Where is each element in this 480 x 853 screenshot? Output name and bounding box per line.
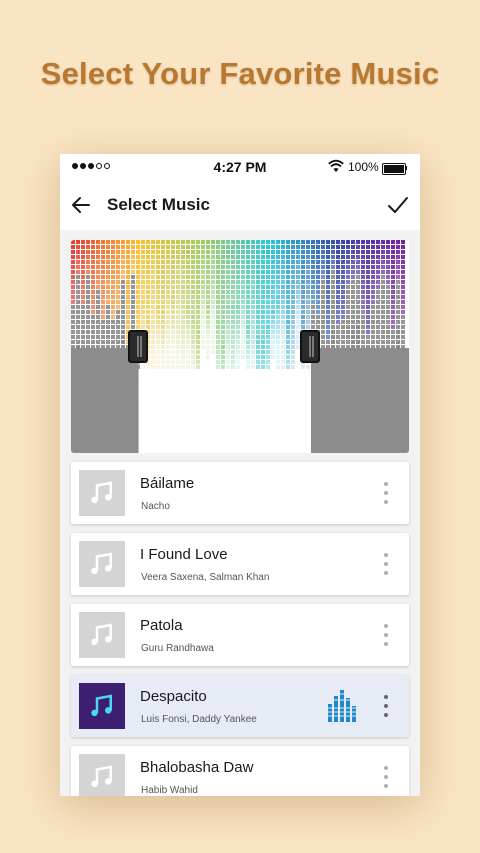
battery-percent: 100%	[348, 160, 379, 174]
trim-end-handle[interactable]	[300, 330, 320, 363]
content-area: Báilame Nacho I Found Love Veera Saxena,…	[60, 230, 420, 796]
trim-start-handle[interactable]	[128, 330, 148, 363]
unselected-region	[310, 348, 409, 453]
song-item[interactable]: I Found Love Veera Saxena, Salman Khan	[71, 533, 409, 595]
song-artist: Guru Randhawa	[141, 643, 214, 654]
more-options-icon[interactable]	[380, 553, 392, 575]
phone-frame: 4:27 PM 100% Select Music Báilame Nacho …	[60, 154, 420, 796]
music-note-icon	[79, 470, 125, 516]
battery-icon	[382, 163, 406, 175]
more-options-icon[interactable]	[380, 482, 392, 504]
page-title: Select Music	[107, 195, 210, 214]
song-title: Patola	[140, 617, 183, 634]
selected-region	[138, 370, 311, 453]
waveform-graphic	[71, 240, 409, 453]
song-title: Báilame	[140, 475, 195, 492]
song-item[interactable]: Bhalobasha Daw Habib Wahid	[71, 746, 409, 796]
song-artist: Veera Saxena, Salman Khan	[141, 572, 270, 583]
song-item[interactable]: Báilame Nacho	[71, 462, 409, 524]
promo-title: Select Your Favorite Music	[40, 56, 440, 91]
song-item[interactable]: Patola Guru Randhawa	[71, 604, 409, 666]
more-options-icon[interactable]	[380, 695, 392, 717]
song-artist: Luis Fonsi, Daddy Yankee	[141, 714, 257, 725]
song-artist: Nacho	[141, 501, 170, 512]
more-options-icon[interactable]	[380, 624, 392, 646]
wifi-icon	[328, 159, 344, 172]
check-icon[interactable]	[385, 192, 411, 218]
more-options-icon[interactable]	[380, 766, 392, 788]
back-arrow-icon[interactable]	[68, 192, 94, 218]
music-note-icon	[79, 541, 125, 587]
song-artist: Habib Wahid	[141, 785, 198, 796]
audio-waveform-trimmer[interactable]	[71, 240, 409, 453]
music-note-icon	[79, 754, 125, 796]
music-note-icon	[79, 612, 125, 658]
app-bar: Select Music	[60, 180, 420, 230]
status-bar: 4:27 PM 100%	[60, 154, 420, 180]
song-title: I Found Love	[140, 546, 228, 563]
song-item-playing[interactable]: Despacito Luis Fonsi, Daddy Yankee	[71, 675, 409, 737]
music-note-icon	[79, 683, 125, 729]
equalizer-icon	[328, 690, 358, 722]
song-title: Despacito	[140, 688, 207, 705]
unselected-region	[71, 348, 139, 453]
song-title: Bhalobasha Daw	[140, 759, 254, 776]
